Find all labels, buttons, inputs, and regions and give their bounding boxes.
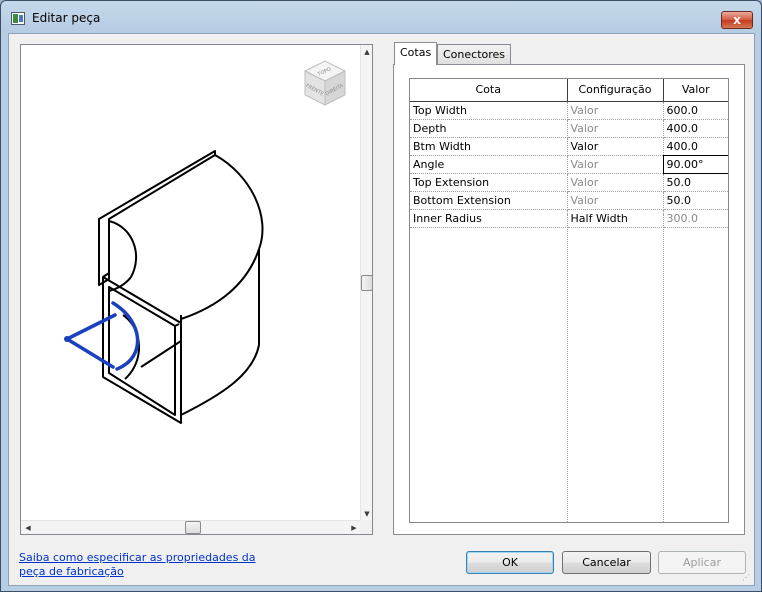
cell-valor[interactable]: 50.0 xyxy=(663,191,728,210)
cell-valor-editing[interactable]: 90.00° xyxy=(662,154,728,174)
help-link[interactable]: Saiba como especificar as propriedades d… xyxy=(19,551,259,579)
cell-cota: Btm Width xyxy=(410,137,568,156)
cell-cota: Angle xyxy=(410,155,568,174)
cell-configuracao[interactable]: Valor xyxy=(567,191,664,210)
vertical-scroll-thumb[interactable] xyxy=(361,275,373,291)
column-header-cota[interactable]: Cota xyxy=(410,79,568,102)
cell-cota: Depth xyxy=(410,119,568,138)
angle-grip-handle[interactable] xyxy=(64,301,140,371)
cell-valor[interactable]: 600.0 xyxy=(663,101,728,120)
cell-valor[interactable]: 400.0 xyxy=(663,137,728,156)
table-row[interactable]: Inner Radius Half Width 300.0 xyxy=(410,209,728,228)
grid-column-divider xyxy=(663,214,664,522)
part-preview-viewport[interactable]: TOPO FRENTE DIREITA ▲ ▼ ◀ ▶ xyxy=(20,44,373,535)
dialog-client: TOPO FRENTE DIREITA ▲ ▼ ◀ ▶ Cotas Conect… xyxy=(8,33,755,586)
table-row[interactable]: Angle Valor 90.00° xyxy=(410,154,728,174)
dimensions-grid[interactable]: Cota Configuração Valor Top Width Valor … xyxy=(409,78,729,523)
cell-valor: 300.0 xyxy=(663,209,728,228)
scroll-up-arrow-icon[interactable]: ▲ xyxy=(361,45,373,59)
cell-configuracao[interactable]: Valor xyxy=(567,137,664,156)
viewcube-icon[interactable]: TOPO FRENTE DIREITA xyxy=(303,60,347,106)
preview-vertical-scrollbar[interactable]: ▲ ▼ xyxy=(360,45,373,521)
scroll-down-arrow-icon[interactable]: ▼ xyxy=(361,507,373,521)
elbow-fitting-drawing xyxy=(98,150,264,424)
table-header-row: Cota Configuração Valor xyxy=(410,79,728,102)
scroll-left-arrow-icon[interactable]: ◀ xyxy=(21,521,35,535)
cell-configuracao[interactable]: Half Width xyxy=(567,209,664,228)
cell-configuracao[interactable]: Valor xyxy=(567,119,664,138)
table-row[interactable]: Depth Valor 400.0 xyxy=(410,119,728,138)
apply-button[interactable]: Aplicar xyxy=(658,551,746,574)
tab-panel-cotas: Cota Configuração Valor Top Width Valor … xyxy=(393,64,745,535)
dimensions-table: Cota Configuração Valor Top Width Valor … xyxy=(410,79,728,228)
resize-grip-icon[interactable]: ⋰ xyxy=(742,573,752,583)
cell-cota: Top Width xyxy=(410,101,568,120)
table-row[interactable]: Btm Width Valor 400.0 xyxy=(410,137,728,156)
tab-conectores[interactable]: Conectores xyxy=(437,44,512,64)
window-title: Editar peça xyxy=(32,11,101,25)
tab-cotas[interactable]: Cotas xyxy=(394,42,438,65)
title-bar[interactable]: Editar peça x xyxy=(1,1,761,33)
column-header-configuracao[interactable]: Configuração xyxy=(566,79,664,102)
scroll-right-arrow-icon[interactable]: ▶ xyxy=(347,521,361,535)
cell-configuracao[interactable]: Valor xyxy=(567,173,664,192)
ok-button[interactable]: OK xyxy=(466,551,554,574)
scroll-corner xyxy=(360,520,372,534)
cell-valor[interactable]: 50.0 xyxy=(663,173,728,192)
horizontal-scroll-thumb[interactable] xyxy=(185,521,201,534)
app-icon xyxy=(11,12,25,25)
table-row[interactable]: Top Extension Valor 50.0 xyxy=(410,173,728,192)
part-preview-canvas[interactable]: TOPO FRENTE DIREITA xyxy=(21,45,361,521)
cell-cota: Top Extension xyxy=(410,173,568,192)
table-row[interactable]: Bottom Extension Valor 50.0 xyxy=(410,191,728,210)
table-row[interactable]: Top Width Valor 600.0 xyxy=(410,101,728,120)
column-header-valor[interactable]: Valor xyxy=(662,79,728,102)
cell-configuracao[interactable]: Valor xyxy=(567,101,664,120)
cell-cota: Inner Radius xyxy=(410,209,568,228)
dialog-window: Editar peça x TOPO FRENTE DIREITA ▲ ▼ ◀ … xyxy=(0,0,762,592)
cancel-button[interactable]: Cancelar xyxy=(562,551,651,574)
grid-column-divider xyxy=(567,214,568,522)
preview-horizontal-scrollbar[interactable]: ◀ ▶ xyxy=(21,520,361,534)
cell-configuracao[interactable]: Valor xyxy=(567,155,664,174)
cell-cota: Bottom Extension xyxy=(410,191,568,210)
cell-valor[interactable]: 400.0 xyxy=(663,119,728,138)
close-button[interactable]: x xyxy=(721,11,753,29)
